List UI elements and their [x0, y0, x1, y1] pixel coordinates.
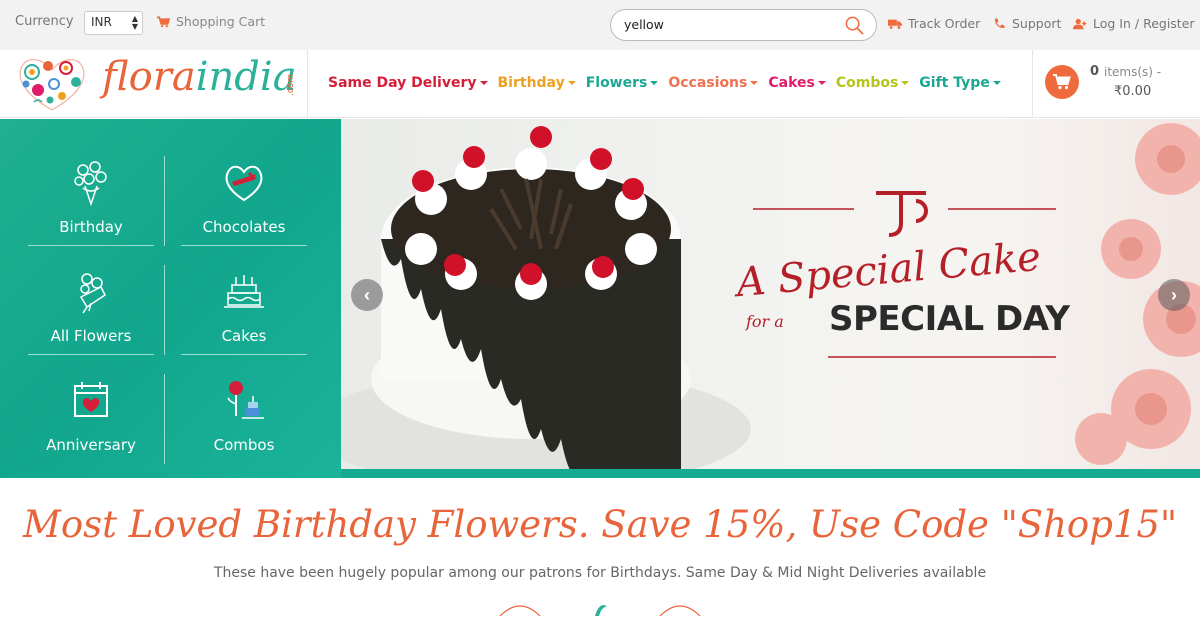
nav-flowers[interactable]: Flowers [586, 75, 659, 91]
caret-down-icon [992, 81, 1001, 85]
category-underline [28, 354, 154, 355]
banner-for-text: for a [746, 312, 784, 331]
floral-heart-logo-icon [19, 59, 85, 111]
category-anniversary[interactable]: Anniversary [28, 372, 154, 464]
shopping-cart-link[interactable]: Shopping Cart [157, 14, 265, 29]
login-register-label: Log In / Register [1093, 16, 1195, 31]
promo-subtitle: These have been hugely popular among our… [213, 565, 987, 581]
nav-gift-type[interactable]: Gift Type [919, 75, 1001, 91]
top-bar: Currency INR ▲▼ Shopping Cart Track Orde… [0, 0, 1200, 50]
decorative-flourish-icon [499, 605, 701, 617]
category-divider [164, 156, 165, 246]
category-label: Chocolates [202, 218, 286, 236]
category-cakes[interactable]: Cakes [181, 263, 307, 355]
caret-down-icon [750, 81, 759, 85]
user-plus-icon [1073, 18, 1087, 29]
phone-icon [994, 18, 1005, 28]
nav-cakes[interactable]: Cakes [768, 75, 826, 91]
nav-same-day-delivery[interactable]: Same Day Delivery [328, 75, 488, 91]
select-arrows-icon: ▲ ▼ [131, 14, 138, 31]
category-underline [181, 245, 307, 246]
slider-prev-button[interactable]: ‹ [351, 279, 383, 311]
category-label: Combos [213, 436, 275, 454]
main-header: floraindia .com Same Day Delivery Birthd… [0, 50, 1200, 118]
currency-label: Currency [15, 14, 74, 29]
chevron-left-icon: ‹ [364, 284, 370, 305]
category-panel: Birthday Chocolates All Flowers Cakes An… [0, 119, 341, 478]
currency-select[interactable]: INR ▲ ▼ [84, 11, 143, 35]
chevron-right-icon: › [1171, 284, 1177, 305]
cake-icon [224, 275, 264, 308]
category-label: All Flowers [50, 327, 132, 345]
rose-cake-icon [227, 381, 264, 419]
category-combos[interactable]: Combos [181, 372, 307, 464]
banner-subheadline: SPECIAL DAY [829, 299, 1070, 339]
currency-value: INR [91, 15, 112, 29]
banner-bottom-strip [341, 469, 1200, 478]
category-label: Anniversary [46, 436, 136, 454]
caret-down-icon [817, 81, 826, 85]
category-divider [164, 374, 165, 464]
category-divider [164, 265, 165, 355]
bouquet-icon [74, 161, 107, 206]
track-order-label: Track Order [908, 16, 981, 31]
category-birthday[interactable]: Birthday [28, 154, 154, 246]
support-link[interactable]: Support [992, 16, 1061, 31]
hero-banner[interactable]: A Special Cake for a SPECIAL DAY [341, 119, 1200, 469]
category-chocolates[interactable]: Chocolates [181, 154, 307, 246]
search-box[interactable] [610, 9, 877, 41]
logo-wordmark: floraindia [102, 54, 297, 100]
cart-icon [157, 16, 170, 27]
header-divider-cart [1032, 50, 1033, 118]
category-label: Birthday [59, 218, 123, 236]
nav-occasions[interactable]: Occasions [668, 75, 759, 91]
login-register-link[interactable]: Log In / Register [1073, 16, 1195, 31]
caret-down-icon [479, 81, 488, 85]
calendar-heart-icon [74, 382, 108, 417]
caret-down-icon [567, 81, 576, 85]
nav-combos[interactable]: Combos [836, 75, 910, 91]
truck-icon [888, 19, 902, 29]
cart-button[interactable] [1045, 65, 1079, 99]
shopping-cart-label: Shopping Cart [176, 14, 266, 29]
category-all-flowers[interactable]: All Flowers [28, 263, 154, 355]
main-nav: Same Day Delivery Birthday Flowers Occas… [328, 75, 1011, 91]
header-divider [307, 50, 308, 118]
caret-down-icon [901, 81, 910, 85]
category-underline [181, 354, 307, 355]
category-label: Cakes [221, 327, 267, 345]
nav-birthday[interactable]: Birthday [498, 75, 576, 91]
caret-down-icon [650, 81, 659, 85]
search-input[interactable] [624, 17, 844, 32]
slider-next-button[interactable]: › [1158, 279, 1190, 311]
cart-items-label: items(s) - [1104, 65, 1162, 79]
cart-count: 0 [1090, 64, 1100, 79]
logo-com: .com [286, 73, 296, 96]
site-logo[interactable]: floraindia .com [14, 54, 299, 114]
cart-total: ₹0.00 [1114, 84, 1152, 99]
cart-icon [1053, 74, 1071, 90]
promo-title: Most Loved Birthday Flowers. Save 15%, U… [23, 503, 1177, 546]
flowers-icon [79, 273, 106, 314]
category-underline [28, 245, 154, 246]
search-icon[interactable] [845, 16, 864, 35]
chocolate-heart-icon [225, 165, 263, 202]
track-order-link[interactable]: Track Order [888, 16, 980, 31]
support-label: Support [1012, 16, 1062, 31]
